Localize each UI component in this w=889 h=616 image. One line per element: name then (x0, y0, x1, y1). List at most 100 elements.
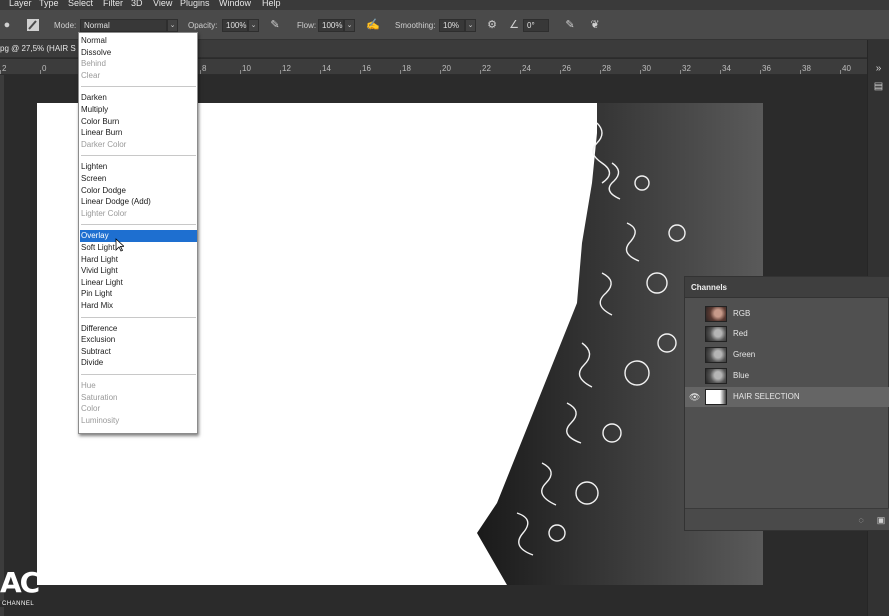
ruler-tick-label: 2 (2, 64, 7, 73)
menu-3d[interactable]: 3D (131, 0, 143, 8)
ruler-tick-mark (360, 70, 361, 74)
blend-mode-option[interactable]: Hard Mix (80, 300, 197, 312)
ruler-tick-label: 10 (242, 64, 251, 73)
ruler-tick-mark (640, 70, 641, 74)
blend-mode-option[interactable]: Darken (80, 92, 197, 104)
channel-row[interactable]: Red (685, 324, 889, 344)
blend-mode-option: Luminosity (81, 416, 120, 425)
chevron-down-icon[interactable]: ⌄ (167, 19, 178, 32)
blend-mode-option: Color (81, 404, 101, 413)
load-selection-icon[interactable]: ◌ (855, 514, 867, 526)
blend-mode-option[interactable]: Exclusion (80, 334, 197, 346)
save-selection-icon[interactable]: ▣ (875, 514, 887, 526)
channel-name: Red (733, 329, 748, 338)
blend-mode-option[interactable]: Lighten (80, 161, 197, 173)
visibility-eye-icon[interactable] (689, 309, 701, 319)
menu-select[interactable]: Select (68, 0, 93, 8)
symmetry-butterfly-icon[interactable]: ❦ (588, 18, 602, 32)
menu-bar: Layer Type Select Filter 3D View Plugins… (0, 0, 889, 10)
channels-panel-title[interactable]: Channels (691, 283, 727, 292)
menu-type[interactable]: Type (39, 0, 59, 8)
channel-thumbnail (705, 389, 727, 405)
channel-name: HAIR SELECTION (733, 392, 800, 401)
menu-plugins[interactable]: Plugins (180, 0, 210, 8)
menu-separator (81, 86, 196, 87)
blend-mode-option[interactable]: Overlay (80, 230, 197, 242)
ruler-tick-mark (760, 70, 761, 74)
blend-mode-option[interactable]: Linear Dodge (Add) (80, 196, 197, 208)
ruler-tick-label: 16 (362, 64, 371, 73)
ruler-tick-label: 22 (482, 64, 491, 73)
blend-mode-option[interactable]: Screen (80, 173, 197, 185)
opacity-label: Opacity: (188, 21, 218, 30)
channel-thumbnail (705, 326, 727, 342)
smoothing-settings-gear-icon[interactable]: ⚙ (485, 18, 499, 32)
channel-row[interactable]: 👁 HAIR SELECTION (685, 387, 889, 407)
blend-mode-option[interactable]: Linear Burn (80, 127, 197, 139)
ruler-tick-mark (600, 70, 601, 74)
menu-help[interactable]: Help (262, 0, 281, 8)
panel-icon[interactable]: ▤ (872, 80, 885, 93)
menu-separator (81, 317, 196, 318)
menu-window[interactable]: Window (219, 0, 251, 8)
channel-row[interactable]: Green (685, 345, 889, 365)
ruler-tick-mark (720, 70, 721, 74)
menu-layer[interactable]: Layer (9, 0, 32, 8)
blend-mode-option[interactable]: Normal (80, 35, 197, 47)
pressure-opacity-icon[interactable]: ✎ (268, 18, 282, 32)
chevron-down-icon[interactable]: ⌄ (248, 19, 259, 32)
menu-filter[interactable]: Filter (103, 0, 123, 8)
visibility-eye-icon[interactable] (689, 350, 701, 360)
visibility-eye-icon[interactable] (689, 329, 701, 339)
ruler-tick-label: 32 (682, 64, 691, 73)
brush-tool-icon[interactable]: ● (0, 18, 14, 32)
logo-mark: AC (0, 566, 40, 599)
ruler-tick-mark (800, 70, 801, 74)
ruler-tick-mark (240, 70, 241, 74)
ruler-tick-mark (680, 70, 681, 74)
blend-mode-dropdown[interactable]: Normal Dissolve Behind Clear Darken Multiply C… (78, 32, 198, 434)
chevron-down-icon[interactable]: ⌄ (344, 19, 355, 32)
channel-name: Green (733, 350, 756, 359)
flow-field[interactable]: 100% (318, 19, 344, 32)
ruler-tick-mark (0, 70, 1, 74)
blend-mode-option[interactable]: Pin Light (80, 288, 197, 300)
blend-mode-option[interactable]: Multiply (80, 104, 197, 116)
smoothing-field[interactable]: 10% (439, 19, 465, 32)
logo-subtext: CHANNEL (0, 601, 37, 607)
opacity-field[interactable]: 100% (222, 19, 248, 32)
ruler-tick-mark (400, 70, 401, 74)
blend-mode-option[interactable]: Divide (80, 357, 197, 369)
channel-name: RGB (733, 309, 751, 318)
pressure-size-icon[interactable]: ✎ (563, 18, 577, 32)
ruler-tick-label: 26 (562, 64, 571, 73)
blend-mode-option: Lighter Color (81, 209, 127, 218)
ruler-tick-label: 34 (722, 64, 731, 73)
menu-view[interactable]: View (153, 0, 172, 8)
channel-row[interactable]: RGB (685, 304, 889, 324)
document-tab[interactable]: pg @ 27,5% (HAIR S (0, 44, 76, 53)
ruler-tick-mark (520, 70, 521, 74)
ruler-tick-mark (560, 70, 561, 74)
ruler-tick-mark (440, 70, 441, 74)
channel-thumbnail (705, 347, 727, 363)
angle-field[interactable]: 0° (523, 19, 549, 32)
visibility-eye-icon[interactable]: 👁 (689, 392, 701, 402)
channel-thumbnail (705, 306, 727, 322)
blend-mode-option[interactable]: Vivid Light (80, 265, 197, 277)
channel-logo: AC CHANNEL (0, 566, 40, 612)
blend-mode-option: Clear (81, 71, 101, 80)
airbrush-icon[interactable]: ✍ (366, 18, 380, 32)
blend-mode-option[interactable]: Soft Light (80, 242, 197, 254)
channel-row[interactable]: Blue (685, 366, 889, 386)
visibility-eye-icon[interactable] (689, 371, 701, 381)
ruler-tick-label: 8 (202, 64, 207, 73)
ruler-tick-mark (840, 70, 841, 74)
ruler-tick-label: 0 (42, 64, 47, 73)
chevron-down-icon[interactable]: ⌄ (465, 19, 476, 32)
ruler-tick-label: 12 (282, 64, 291, 73)
collapse-icon[interactable]: » (872, 62, 885, 75)
mode-select[interactable]: Normal (80, 19, 167, 32)
brush-preset-icon[interactable] (26, 18, 40, 32)
menu-separator (81, 155, 196, 156)
